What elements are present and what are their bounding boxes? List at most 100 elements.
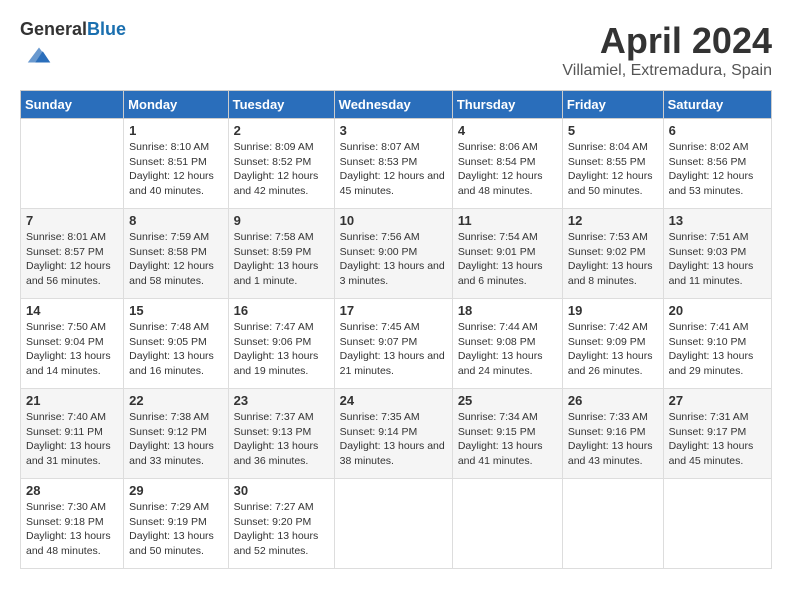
calendar-cell: 13 Sunrise: 7:51 AMSunset: 9:03 PMDayligh… — [663, 209, 771, 299]
calendar-cell: 28 Sunrise: 7:30 AMSunset: 9:18 PMDayligh… — [21, 479, 124, 569]
day-info: Sunrise: 7:33 AMSunset: 9:16 PMDaylight:… — [568, 410, 658, 469]
day-number: 15 — [129, 303, 222, 318]
calendar-cell — [21, 119, 124, 209]
day-number: 19 — [568, 303, 658, 318]
day-number: 4 — [458, 123, 557, 138]
calendar-cell: 22 Sunrise: 7:38 AMSunset: 9:12 PMDayligh… — [124, 389, 228, 479]
calendar-week-row: 14Sunrise: 7:50 AMSunset: 9:04 PMDayligh… — [21, 299, 772, 389]
day-number: 7 — [26, 213, 118, 228]
calendar-table: SundayMondayTuesdayWednesdayThursdayFrid… — [20, 90, 772, 569]
day-info: Sunrise: 7:45 AMSunset: 9:07 PMDaylight:… — [340, 320, 447, 379]
day-info: Sunrise: 7:47 AMSunset: 9:06 PMDaylight:… — [234, 320, 329, 379]
calendar-cell: 27 Sunrise: 7:31 AMSunset: 9:17 PMDayligh… — [663, 389, 771, 479]
day-info: Sunrise: 7:38 AMSunset: 9:12 PMDaylight:… — [129, 410, 222, 469]
day-number: 6 — [669, 123, 766, 138]
day-info: Sunrise: 7:31 AMSunset: 9:17 PMDaylight:… — [669, 410, 766, 469]
day-number: 25 — [458, 393, 557, 408]
day-number: 21 — [26, 393, 118, 408]
day-info: Sunrise: 8:09 AMSunset: 8:52 PMDaylight:… — [234, 140, 329, 199]
calendar-cell: 9 Sunrise: 7:58 AMSunset: 8:59 PMDaylight… — [228, 209, 334, 299]
calendar-cell: 21 Sunrise: 7:40 AMSunset: 9:11 PMDayligh… — [21, 389, 124, 479]
calendar-cell: 3 Sunrise: 8:07 AMSunset: 8:53 PMDaylight… — [334, 119, 452, 209]
month-year-title: April 2024 — [562, 20, 772, 62]
calendar-cell — [562, 479, 663, 569]
day-info: Sunrise: 7:29 AMSunset: 9:19 PMDaylight:… — [129, 500, 222, 559]
calendar-cell: 29 Sunrise: 7:29 AMSunset: 9:19 PMDayligh… — [124, 479, 228, 569]
day-info: Sunrise: 7:40 AMSunset: 9:11 PMDaylight:… — [26, 410, 118, 469]
day-number: 9 — [234, 213, 329, 228]
logo-general-text: General — [20, 19, 87, 39]
calendar-cell: 16 Sunrise: 7:47 AMSunset: 9:06 PMDayligh… — [228, 299, 334, 389]
day-info: Sunrise: 8:06 AMSunset: 8:54 PMDaylight:… — [458, 140, 557, 199]
calendar-cell: 10 Sunrise: 7:56 AMSunset: 9:00 PMDayligh… — [334, 209, 452, 299]
calendar-header-row: SundayMondayTuesdayWednesdayThursdayFrid… — [21, 91, 772, 119]
calendar-cell: 14Sunrise: 7:50 AMSunset: 9:04 PMDayligh… — [21, 299, 124, 389]
page-header: GeneralBlue April 2024 Villamiel, Extrem… — [20, 20, 772, 80]
calendar-cell: 6 Sunrise: 8:02 AMSunset: 8:56 PMDaylight… — [663, 119, 771, 209]
day-number: 16 — [234, 303, 329, 318]
day-number: 5 — [568, 123, 658, 138]
day-info: Sunrise: 8:07 AMSunset: 8:53 PMDaylight:… — [340, 140, 447, 199]
day-number: 13 — [669, 213, 766, 228]
day-number: 10 — [340, 213, 447, 228]
weekday-header-thursday: Thursday — [452, 91, 562, 119]
day-info: Sunrise: 7:51 AMSunset: 9:03 PMDaylight:… — [669, 230, 766, 289]
day-info: Sunrise: 7:27 AMSunset: 9:20 PMDaylight:… — [234, 500, 329, 559]
weekday-header-wednesday: Wednesday — [334, 91, 452, 119]
logo-blue-text: Blue — [87, 19, 126, 39]
weekday-header-tuesday: Tuesday — [228, 91, 334, 119]
day-number: 23 — [234, 393, 329, 408]
calendar-cell: 1Sunrise: 8:10 AMSunset: 8:51 PMDaylight… — [124, 119, 228, 209]
day-info: Sunrise: 7:30 AMSunset: 9:18 PMDaylight:… — [26, 500, 118, 559]
logo-icon — [24, 40, 54, 70]
day-number: 1 — [129, 123, 222, 138]
day-number: 27 — [669, 393, 766, 408]
day-info: Sunrise: 7:56 AMSunset: 9:00 PMDaylight:… — [340, 230, 447, 289]
day-number: 28 — [26, 483, 118, 498]
day-info: Sunrise: 8:04 AMSunset: 8:55 PMDaylight:… — [568, 140, 658, 199]
calendar-cell: 4 Sunrise: 8:06 AMSunset: 8:54 PMDaylight… — [452, 119, 562, 209]
day-info: Sunrise: 7:44 AMSunset: 9:08 PMDaylight:… — [458, 320, 557, 379]
calendar-cell: 18 Sunrise: 7:44 AMSunset: 9:08 PMDayligh… — [452, 299, 562, 389]
day-number: 11 — [458, 213, 557, 228]
location-subtitle: Villamiel, Extremadura, Spain — [562, 62, 772, 80]
day-number: 29 — [129, 483, 222, 498]
weekday-header-monday: Monday — [124, 91, 228, 119]
calendar-cell: 19Sunrise: 7:42 AMSunset: 9:09 PMDayligh… — [562, 299, 663, 389]
day-info: Sunrise: 8:02 AMSunset: 8:56 PMDaylight:… — [669, 140, 766, 199]
calendar-cell: 8Sunrise: 7:59 AMSunset: 8:58 PMDaylight… — [124, 209, 228, 299]
day-info: Sunrise: 7:35 AMSunset: 9:14 PMDaylight:… — [340, 410, 447, 469]
calendar-cell: 7 Sunrise: 8:01 AMSunset: 8:57 PMDaylight… — [21, 209, 124, 299]
calendar-cell — [663, 479, 771, 569]
day-info: Sunrise: 7:53 AMSunset: 9:02 PMDaylight:… — [568, 230, 658, 289]
calendar-cell: 2Sunrise: 8:09 AMSunset: 8:52 PMDaylight… — [228, 119, 334, 209]
day-number: 20 — [669, 303, 766, 318]
logo: GeneralBlue — [20, 20, 126, 75]
calendar-cell: 12 Sunrise: 7:53 AMSunset: 9:02 PMDayligh… — [562, 209, 663, 299]
calendar-cell: 17Sunrise: 7:45 AMSunset: 9:07 PMDayligh… — [334, 299, 452, 389]
calendar-week-row: 7 Sunrise: 8:01 AMSunset: 8:57 PMDaylight… — [21, 209, 772, 299]
day-number: 12 — [568, 213, 658, 228]
day-number: 24 — [340, 393, 447, 408]
calendar-week-row: 28 Sunrise: 7:30 AMSunset: 9:18 PMDayligh… — [21, 479, 772, 569]
calendar-week-row: 1Sunrise: 8:10 AMSunset: 8:51 PMDaylight… — [21, 119, 772, 209]
day-info: Sunrise: 7:50 AMSunset: 9:04 PMDaylight:… — [26, 320, 118, 379]
day-number: 18 — [458, 303, 557, 318]
weekday-header-sunday: Sunday — [21, 91, 124, 119]
day-info: Sunrise: 7:59 AMSunset: 8:58 PMDaylight:… — [129, 230, 222, 289]
calendar-cell: 25Sunrise: 7:34 AMSunset: 9:15 PMDayligh… — [452, 389, 562, 479]
day-number: 3 — [340, 123, 447, 138]
weekday-header-friday: Friday — [562, 91, 663, 119]
day-number: 30 — [234, 483, 329, 498]
day-info: Sunrise: 8:01 AMSunset: 8:57 PMDaylight:… — [26, 230, 118, 289]
day-info: Sunrise: 7:48 AMSunset: 9:05 PMDaylight:… — [129, 320, 222, 379]
calendar-cell: 26Sunrise: 7:33 AMSunset: 9:16 PMDayligh… — [562, 389, 663, 479]
calendar-cell: 30 Sunrise: 7:27 AMSunset: 9:20 PMDayligh… — [228, 479, 334, 569]
day-info: Sunrise: 7:58 AMSunset: 8:59 PMDaylight:… — [234, 230, 329, 289]
weekday-header-saturday: Saturday — [663, 91, 771, 119]
title-block: April 2024 Villamiel, Extremadura, Spain — [562, 20, 772, 80]
calendar-cell: 11Sunrise: 7:54 AMSunset: 9:01 PMDayligh… — [452, 209, 562, 299]
calendar-cell: 15 Sunrise: 7:48 AMSunset: 9:05 PMDayligh… — [124, 299, 228, 389]
calendar-cell: 23Sunrise: 7:37 AMSunset: 9:13 PMDayligh… — [228, 389, 334, 479]
day-number: 22 — [129, 393, 222, 408]
